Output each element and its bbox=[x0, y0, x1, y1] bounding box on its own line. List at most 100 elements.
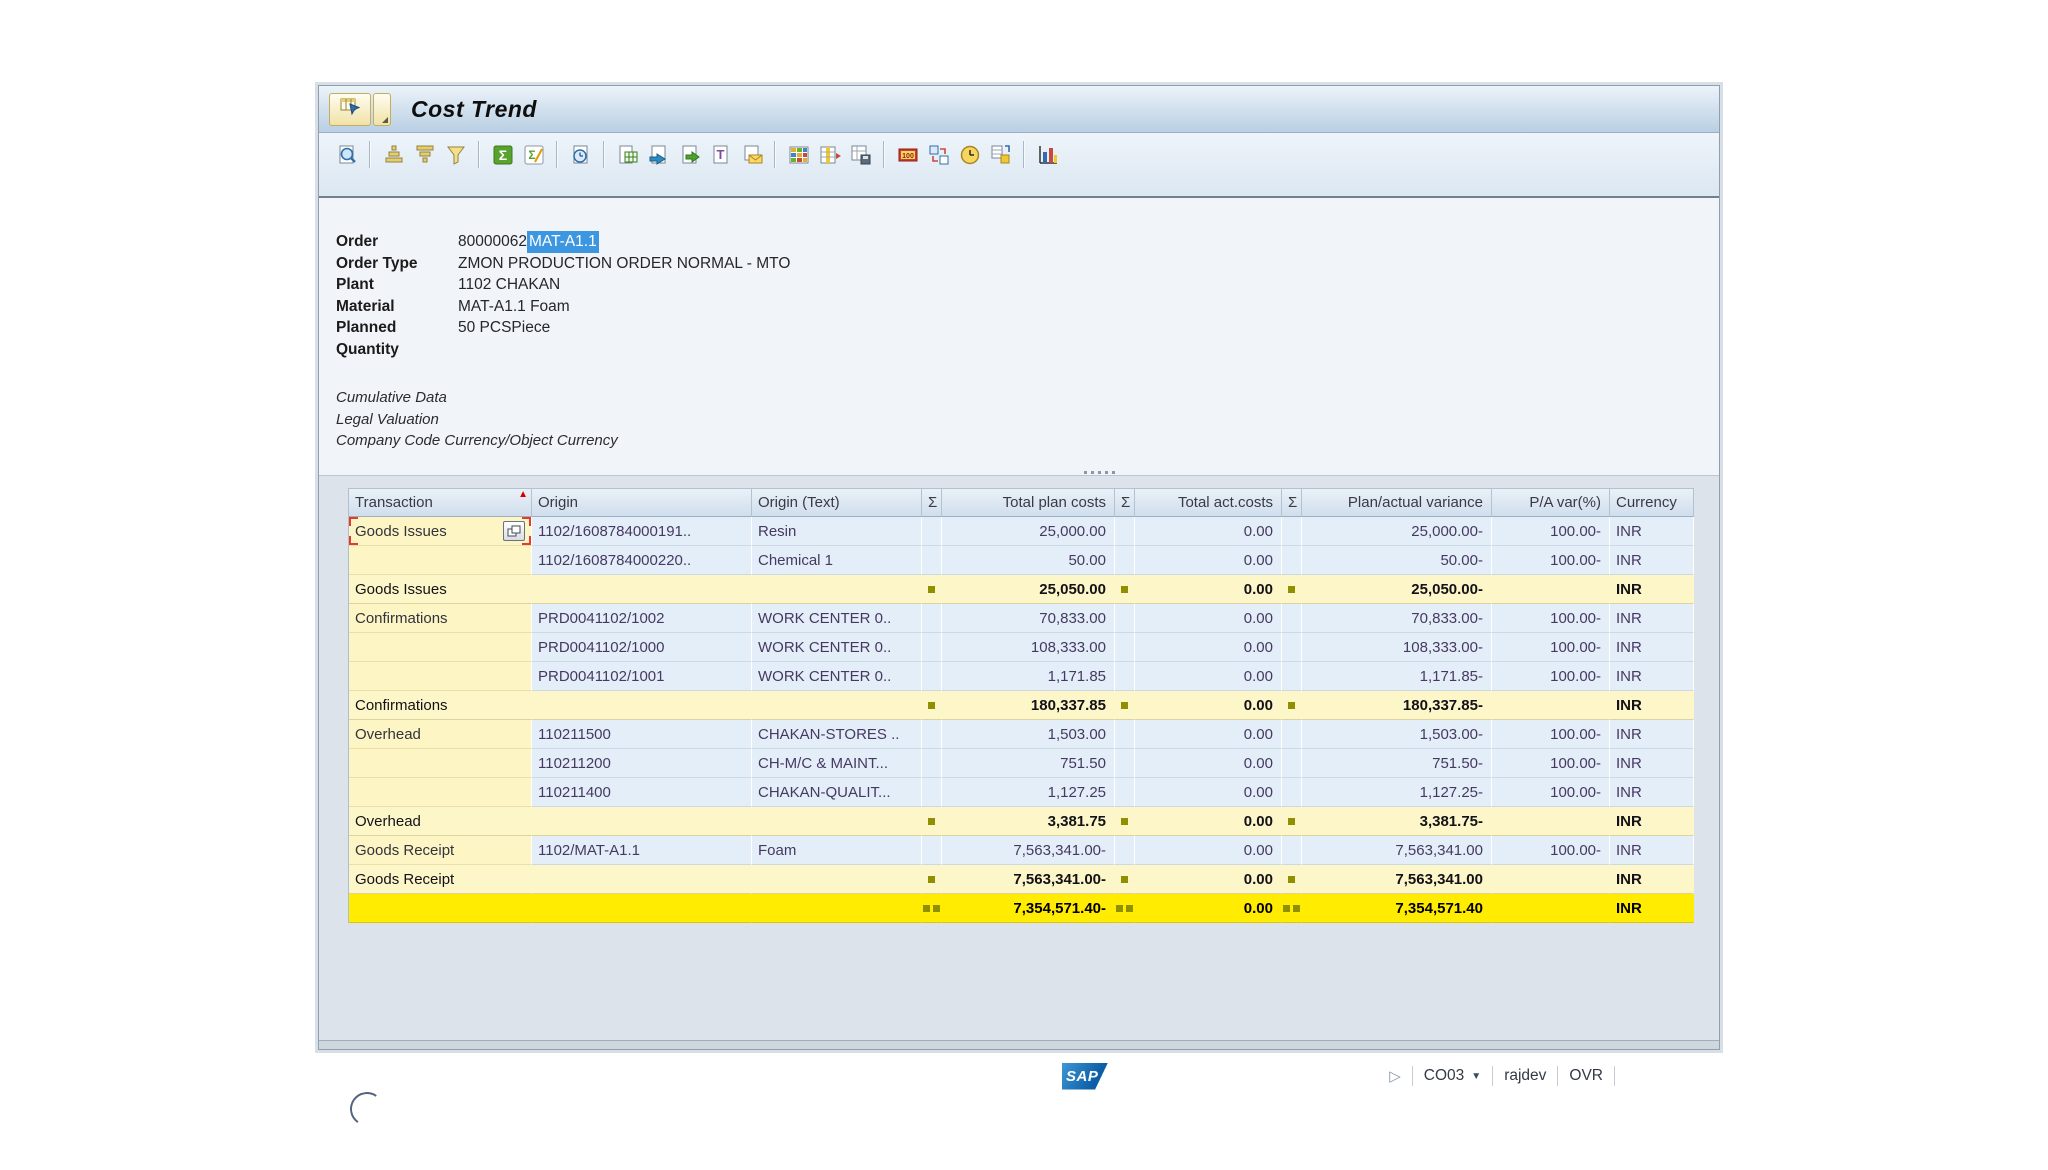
toolbar-button-word-processing[interactable] bbox=[643, 140, 674, 170]
cell-origin[interactable] bbox=[532, 575, 752, 604]
expand-triangle-icon[interactable]: ▷ bbox=[1389, 1067, 1401, 1085]
cell-currency[interactable]: INR bbox=[1610, 836, 1694, 865]
cell-origin-text[interactable]: Foam bbox=[752, 836, 922, 865]
cell-plan-actual-variance[interactable]: 751.50- bbox=[1302, 749, 1492, 778]
cell-origin-text[interactable]: Chemical 1 bbox=[752, 546, 922, 575]
cell-total-act-costs[interactable]: 0.00 bbox=[1135, 633, 1282, 662]
cell-origin[interactable]: 1102/1608784000191.. bbox=[532, 517, 752, 546]
cell-sigma-act[interactable] bbox=[1115, 778, 1135, 807]
cell-origin-text[interactable]: CH-M/C & MAINT... bbox=[752, 749, 922, 778]
cell-currency[interactable]: INR bbox=[1610, 720, 1694, 749]
column-header-currency[interactable]: Currency bbox=[1610, 488, 1694, 517]
toolbar-button-filter[interactable] bbox=[440, 140, 471, 170]
cell-currency[interactable]: INR bbox=[1610, 604, 1694, 633]
toolbar-button-graphics-chart[interactable] bbox=[1032, 140, 1063, 170]
cell-sigma-act[interactable] bbox=[1115, 691, 1135, 720]
cell-pa-var-pct[interactable]: 100.00- bbox=[1492, 778, 1610, 807]
cell-transaction[interactable]: Goods Receipt bbox=[349, 836, 532, 865]
cell-plan-actual-variance[interactable]: 3,381.75- bbox=[1302, 807, 1492, 836]
cell-sigma-variance[interactable] bbox=[1282, 807, 1302, 836]
cell-sigma-variance[interactable] bbox=[1282, 778, 1302, 807]
cell-currency[interactable]: INR bbox=[1610, 662, 1694, 691]
cell-origin[interactable] bbox=[532, 807, 752, 836]
cell-total-act-costs[interactable]: 0.00 bbox=[1135, 807, 1282, 836]
cell-transaction[interactable] bbox=[349, 894, 532, 923]
cell-transaction[interactable] bbox=[349, 749, 532, 778]
cell-sigma-act[interactable] bbox=[1115, 894, 1135, 923]
cell-currency[interactable]: INR bbox=[1610, 749, 1694, 778]
cell-total-plan-costs[interactable]: 50.00 bbox=[942, 546, 1115, 575]
cell-sigma-plan[interactable] bbox=[922, 894, 942, 923]
cell-origin[interactable]: 1102/MAT-A1.1 bbox=[532, 836, 752, 865]
cell-pa-var-pct[interactable]: 100.00- bbox=[1492, 517, 1610, 546]
transaction-code-select[interactable]: CO03 ▼ bbox=[1424, 1067, 1481, 1085]
toolbar-button-change-layout[interactable] bbox=[814, 140, 845, 170]
toolbar-button-choose-layout[interactable] bbox=[783, 140, 814, 170]
cell-plan-actual-variance[interactable]: 50.00- bbox=[1302, 546, 1492, 575]
column-header-plan-actual-variance[interactable]: Plan/actual variance bbox=[1302, 488, 1492, 517]
cell-origin-text[interactable]: WORK CENTER 0.. bbox=[752, 633, 922, 662]
column-header-origin-text[interactable]: Origin (Text) bbox=[752, 488, 922, 517]
cell-transaction[interactable]: Overhead bbox=[349, 720, 532, 749]
cell-sigma-variance[interactable] bbox=[1282, 749, 1302, 778]
column-header-total-plan-costs[interactable]: Total plan costs bbox=[942, 488, 1115, 517]
cell-origin[interactable]: PRD0041102/1002 bbox=[532, 604, 752, 633]
cell-total-plan-costs[interactable]: 7,563,341.00- bbox=[942, 836, 1115, 865]
cell-total-act-costs[interactable]: 0.00 bbox=[1135, 749, 1282, 778]
cell-transaction[interactable]: Goods Issues bbox=[349, 575, 532, 604]
cell-origin-text[interactable] bbox=[752, 865, 922, 894]
cell-origin-text[interactable]: WORK CENTER 0.. bbox=[752, 604, 922, 633]
cell-total-plan-costs[interactable]: 1,503.00 bbox=[942, 720, 1115, 749]
cell-total-act-costs[interactable]: 0.00 bbox=[1135, 865, 1282, 894]
cell-sigma-act[interactable] bbox=[1115, 633, 1135, 662]
cell-origin[interactable]: 1102/1608784000220.. bbox=[532, 546, 752, 575]
cell-pa-var-pct[interactable]: 100.00- bbox=[1492, 720, 1610, 749]
cell-sigma-variance[interactable] bbox=[1282, 865, 1302, 894]
cell-total-plan-costs[interactable]: 1,127.25 bbox=[942, 778, 1115, 807]
cell-plan-actual-variance[interactable]: 180,337.85- bbox=[1302, 691, 1492, 720]
cell-plan-actual-variance[interactable]: 7,563,341.00 bbox=[1302, 836, 1492, 865]
cell-total-plan-costs[interactable]: 108,333.00 bbox=[942, 633, 1115, 662]
cell-plan-actual-variance[interactable]: 7,354,571.40 bbox=[1302, 894, 1492, 923]
toolbar-button-export-spreadsheet[interactable] bbox=[612, 140, 643, 170]
cell-pa-var-pct[interactable]: 100.00- bbox=[1492, 604, 1610, 633]
cell-pa-var-pct[interactable]: 100.00- bbox=[1492, 662, 1610, 691]
cell-sigma-variance[interactable] bbox=[1282, 575, 1302, 604]
cell-total-act-costs[interactable]: 0.00 bbox=[1135, 778, 1282, 807]
cell-sigma-act[interactable] bbox=[1115, 517, 1135, 546]
cell-total-act-costs[interactable]: 0.00 bbox=[1135, 894, 1282, 923]
cell-total-plan-costs[interactable]: 1,171.85 bbox=[942, 662, 1115, 691]
cell-currency[interactable]: INR bbox=[1610, 517, 1694, 546]
cell-sigma-variance[interactable] bbox=[1282, 633, 1302, 662]
column-header-sigma-act[interactable]: Σ bbox=[1115, 488, 1135, 517]
cell-total-plan-costs[interactable]: 25,000.00 bbox=[942, 517, 1115, 546]
cell-sigma-act[interactable] bbox=[1115, 836, 1135, 865]
cell-sigma-plan[interactable] bbox=[922, 720, 942, 749]
cell-total-plan-costs[interactable]: 180,337.85 bbox=[942, 691, 1115, 720]
cell-origin-text[interactable] bbox=[752, 575, 922, 604]
cell-sigma-variance[interactable] bbox=[1282, 604, 1302, 633]
cell-transaction[interactable]: Overhead bbox=[349, 807, 532, 836]
cell-total-act-costs[interactable]: 0.00 bbox=[1135, 662, 1282, 691]
cell-origin-text[interactable] bbox=[752, 807, 922, 836]
cell-origin-text[interactable]: Resin bbox=[752, 517, 922, 546]
cell-sigma-plan[interactable] bbox=[922, 691, 942, 720]
toolbar-button-details[interactable] bbox=[331, 140, 362, 170]
cell-transaction[interactable] bbox=[349, 633, 532, 662]
cell-sigma-plan[interactable] bbox=[922, 749, 942, 778]
cell-currency[interactable]: INR bbox=[1610, 633, 1694, 662]
cell-sigma-act[interactable] bbox=[1115, 749, 1135, 778]
cell-total-act-costs[interactable]: 0.00 bbox=[1135, 517, 1282, 546]
cell-plan-actual-variance[interactable]: 1,127.25- bbox=[1302, 778, 1492, 807]
cell-currency[interactable]: INR bbox=[1610, 807, 1694, 836]
cell-sigma-plan[interactable] bbox=[922, 633, 942, 662]
cell-origin-text[interactable] bbox=[752, 691, 922, 720]
cell-pa-var-pct[interactable]: 100.00- bbox=[1492, 749, 1610, 778]
column-header-sigma-variance[interactable]: Σ bbox=[1282, 488, 1302, 517]
splitter-handle[interactable] bbox=[1084, 471, 1115, 474]
cell-origin-text[interactable]: CHAKAN-STORES .. bbox=[752, 720, 922, 749]
cell-plan-actual-variance[interactable]: 25,050.00- bbox=[1302, 575, 1492, 604]
cell-sigma-plan[interactable] bbox=[922, 546, 942, 575]
toolbar-button-subtotal[interactable]: Σ bbox=[518, 140, 549, 170]
cell-transaction[interactable] bbox=[349, 662, 532, 691]
